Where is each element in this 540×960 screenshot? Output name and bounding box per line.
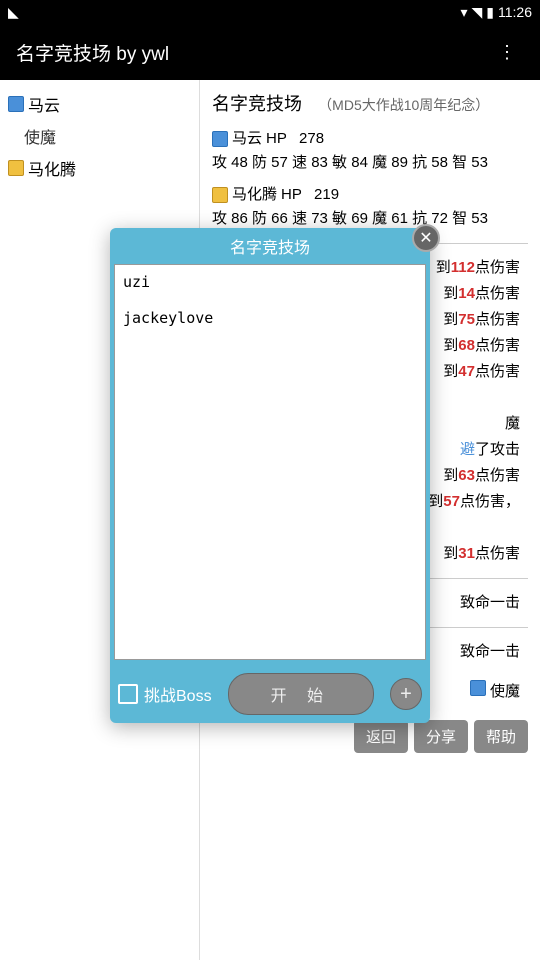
close-button[interactable]: ✕ <box>412 224 440 252</box>
wifi-icon: ▾ <box>460 4 467 21</box>
name-input-modal: 名字竞技场 ✕ 挑战Boss 开 始 + <box>110 228 430 723</box>
plus-icon: + <box>400 683 412 706</box>
names-textarea[interactable] <box>114 264 426 660</box>
fighter1-stats: 攻 48 防 57 速 83 敏 84 魔 89 抗 58 智 53 <box>212 151 528 175</box>
sidebar-item-label: 马化腾 <box>28 156 76 180</box>
sidebar-item-label: 马云 <box>28 92 60 116</box>
start-button[interactable]: 开 始 <box>228 673 374 715</box>
fighter-yellow-icon <box>8 160 24 176</box>
modal-title: 名字竞技场 <box>114 234 426 258</box>
app-title: 名字竞技场 by ywl <box>16 39 169 66</box>
sidebar-item-label: 使魔 <box>24 124 56 148</box>
fighter-blue-icon <box>212 131 228 147</box>
sidebar-item-familiar[interactable]: 使魔 <box>0 120 199 152</box>
notification-icon: ◣ <box>8 4 19 21</box>
challenge-boss-checkbox[interactable]: 挑战Boss <box>118 682 212 706</box>
share-button[interactable]: 分享 <box>414 720 468 753</box>
fighter-yellow-icon <box>212 187 228 203</box>
checkbox-icon <box>118 684 138 704</box>
status-bar: ◣ ▾ ◥ ▮ 11:26 <box>0 0 540 24</box>
arena-title: 名字竞技场 <box>212 94 302 114</box>
fighter-blue-icon <box>8 96 24 112</box>
checkbox-label: 挑战Boss <box>144 682 212 706</box>
signal-icon: ◥ <box>472 4 483 21</box>
help-button[interactable]: 帮助 <box>474 720 528 753</box>
app-bar: 名字竞技场 by ywl ⋮ <box>0 24 540 80</box>
fighter1-header: 马云 HP 278 <box>212 127 528 151</box>
close-icon: ✕ <box>419 228 432 248</box>
battery-icon: ▮ <box>486 4 494 21</box>
clock: 11:26 <box>498 4 532 20</box>
arena-subtitle: （MD5大作战10周年纪念） <box>318 97 489 113</box>
overflow-menu-icon[interactable]: ⋮ <box>490 34 524 71</box>
back-button[interactable]: 返回 <box>354 720 408 753</box>
page-title-row: 名字竞技场 （MD5大作战10周年纪念） <box>212 90 528 119</box>
fighter-blue-icon <box>470 680 486 696</box>
sidebar-item-fighter2[interactable]: 马化腾 <box>0 152 199 184</box>
fighter2-header: 马化腾 HP 219 <box>212 183 528 207</box>
add-button[interactable]: + <box>390 678 422 710</box>
sidebar-item-fighter1[interactable]: 马云 <box>0 88 199 120</box>
